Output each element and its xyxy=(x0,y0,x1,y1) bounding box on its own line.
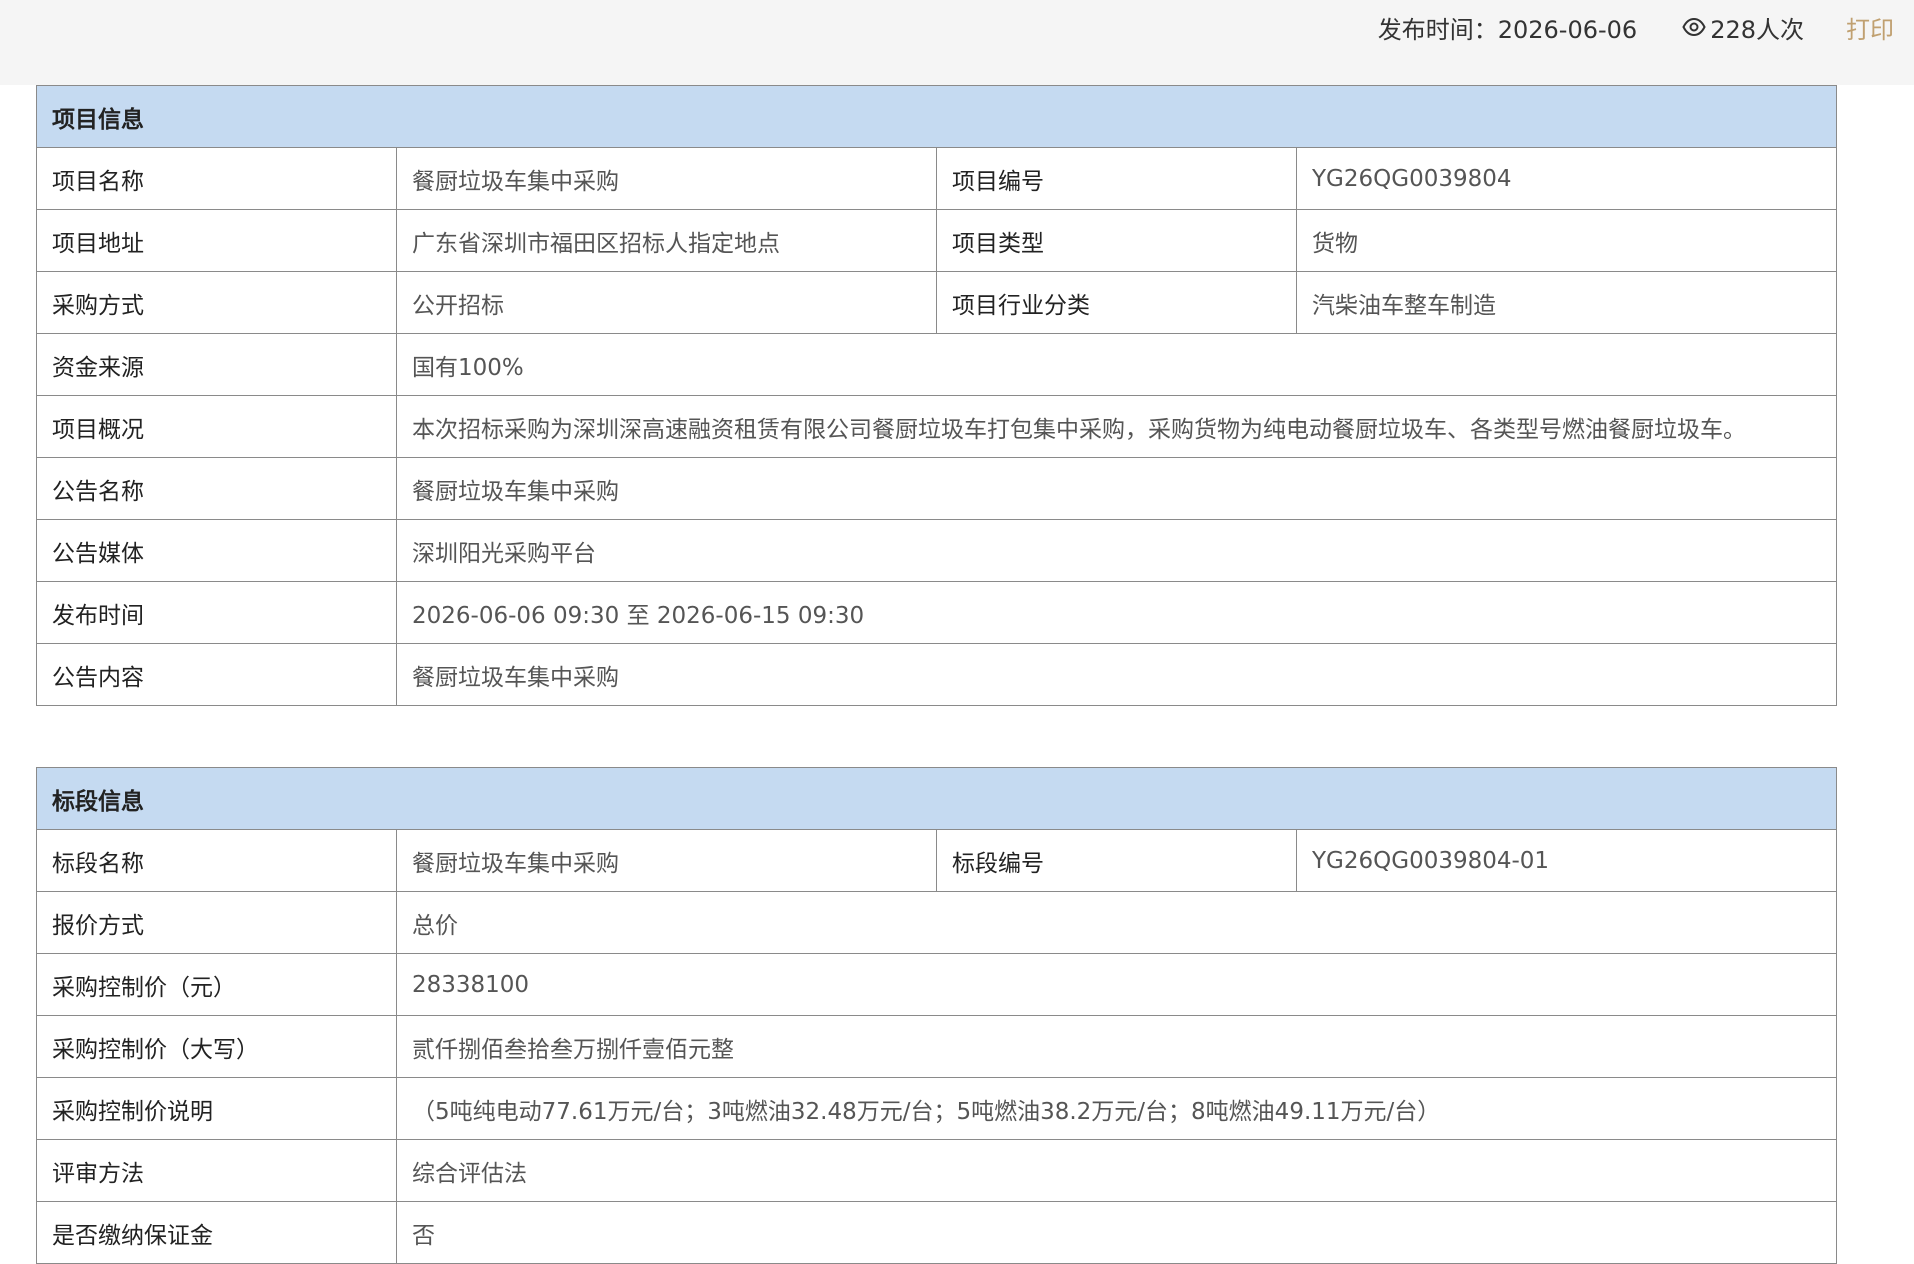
field-label: 项目编号 xyxy=(936,147,1297,210)
project-info-table: 项目信息 项目名称 餐厨垃圾车集中采购 项目编号 YG26QG0039804 项… xyxy=(36,85,1837,706)
project-info-section: 项目信息 项目名称 餐厨垃圾车集中采购 项目编号 YG26QG0039804 项… xyxy=(36,85,1837,706)
publish-period-value: 2026-06-06 09:30 至 2026-06-15 09:30 xyxy=(396,581,1837,644)
table-row: 公告媒体 深圳阳光采购平台 xyxy=(36,519,1837,582)
notice-content-value: 餐厨垃圾车集中采购 xyxy=(396,643,1837,706)
purchase-method-value: 公开招标 xyxy=(396,271,937,334)
field-label: 发布时间 xyxy=(36,581,397,644)
table-row: 发布时间 2026-06-06 09:30 至 2026-06-15 09:30 xyxy=(36,581,1837,644)
table-row: 公告内容 餐厨垃圾车集中采购 xyxy=(36,643,1837,706)
project-code-value: YG26QG0039804 xyxy=(1296,147,1837,210)
project-name-value: 餐厨垃圾车集中采购 xyxy=(396,147,937,210)
table-row: 采购控制价（元） 28338100 xyxy=(36,953,1837,1016)
table-row: 报价方式 总价 xyxy=(36,891,1837,954)
table-row: 公告名称 餐厨垃圾车集中采购 xyxy=(36,457,1837,520)
view-count-text: 228人次 xyxy=(1710,15,1804,44)
print-link[interactable]: 打印 xyxy=(1846,10,1894,45)
publish-time: 发布时间：2026-06-06 xyxy=(1377,15,1638,44)
industry-value: 汽柴油车整车制造 xyxy=(1296,271,1837,334)
meta-info: 发布时间：2026-06-06 228人次 打印 xyxy=(1378,8,1894,46)
control-price-value: 28338100 xyxy=(396,953,1837,1016)
field-label: 资金来源 xyxy=(36,333,397,396)
project-overview-value: 本次招标采购为深圳深高速融资租赁有限公司餐厨垃圾车打包集中采购，采购货物为纯电动… xyxy=(396,395,1837,458)
field-label: 采购控制价（元） xyxy=(36,953,397,1016)
field-label: 采购控制价说明 xyxy=(36,1077,397,1140)
table-row: 是否缴纳保证金 否 xyxy=(36,1201,1837,1264)
field-label: 标段编号 xyxy=(936,829,1297,892)
field-label: 公告名称 xyxy=(36,457,397,520)
field-label: 评审方法 xyxy=(36,1139,397,1202)
section-title: 项目信息 xyxy=(36,85,1837,148)
view-count: 228人次 xyxy=(1682,10,1804,45)
table-row: 资金来源 国有100% xyxy=(36,333,1837,396)
field-label: 标段名称 xyxy=(36,829,397,892)
project-address-value: 广东省深圳市福田区招标人指定地点 xyxy=(396,209,937,272)
project-type-value: 货物 xyxy=(1296,209,1837,272)
section-title: 标段信息 xyxy=(36,767,1837,830)
field-label: 是否缴纳保证金 xyxy=(36,1201,397,1264)
field-label: 公告内容 xyxy=(36,643,397,706)
table-row: 项目名称 餐厨垃圾车集中采购 项目编号 YG26QG0039804 xyxy=(36,147,1837,210)
table-row: 评审方法 综合评估法 xyxy=(36,1139,1837,1202)
table-row: 项目地址 广东省深圳市福田区招标人指定地点 项目类型 货物 xyxy=(36,209,1837,272)
section-name-value: 餐厨垃圾车集中采购 xyxy=(396,829,937,892)
table-row: 采购控制价说明 （5吨纯电动77.61万元/台；3吨燃油32.48万元/台；5吨… xyxy=(36,1077,1837,1140)
notice-name-value: 餐厨垃圾车集中采购 xyxy=(396,457,1837,520)
fund-source-value: 国有100% xyxy=(396,333,1837,396)
field-label: 报价方式 xyxy=(36,891,397,954)
field-label: 采购控制价（大写） xyxy=(36,1015,397,1078)
notice-media-value: 深圳阳光采购平台 xyxy=(396,519,1837,582)
field-label: 采购方式 xyxy=(36,271,397,334)
field-label: 项目地址 xyxy=(36,209,397,272)
field-label: 项目类型 xyxy=(936,209,1297,272)
table-row: 采购方式 公开招标 项目行业分类 汽柴油车整车制造 xyxy=(36,271,1837,334)
quote-method-value: 总价 xyxy=(396,891,1837,954)
field-label: 项目行业分类 xyxy=(936,271,1297,334)
section-code-value: YG26QG0039804-01 xyxy=(1296,829,1837,892)
eye-icon xyxy=(1682,17,1706,37)
table-row: 项目概况 本次招标采购为深圳深高速融资租赁有限公司餐厨垃圾车打包集中采购，采购货… xyxy=(36,395,1837,458)
field-label: 公告媒体 xyxy=(36,519,397,582)
control-price-note-value: （5吨纯电动77.61万元/台；3吨燃油32.48万元/台；5吨燃油38.2万元… xyxy=(396,1077,1837,1140)
field-label: 项目概况 xyxy=(36,395,397,458)
deposit-value: 否 xyxy=(396,1201,1837,1264)
section-info-section: 标段信息 标段名称 餐厨垃圾车集中采购 标段编号 YG26QG0039804-0… xyxy=(36,767,1837,1264)
section-info-table: 标段信息 标段名称 餐厨垃圾车集中采购 标段编号 YG26QG0039804-0… xyxy=(36,767,1837,1264)
field-label: 项目名称 xyxy=(36,147,397,210)
table-row: 采购控制价（大写） 贰仟捌佰叁拾叁万捌仟壹佰元整 xyxy=(36,1015,1837,1078)
table-row: 标段名称 餐厨垃圾车集中采购 标段编号 YG26QG0039804-01 xyxy=(36,829,1837,892)
top-bar: 发布时间：2026-06-06 228人次 打印 xyxy=(0,0,1914,85)
control-price-cn-value: 贰仟捌佰叁拾叁万捌仟壹佰元整 xyxy=(396,1015,1837,1078)
review-method-value: 综合评估法 xyxy=(396,1139,1837,1202)
